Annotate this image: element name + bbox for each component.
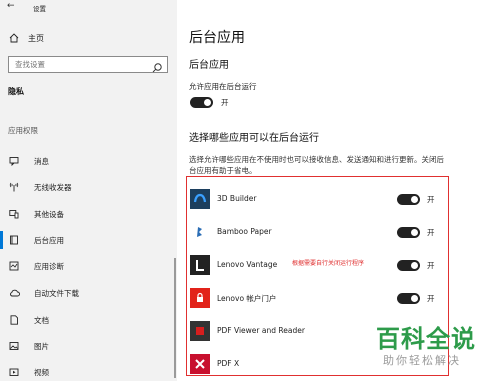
- allow-background-label: 允许应用在后台运行: [189, 82, 257, 91]
- sidebar-scrollbar[interactable]: [174, 258, 176, 378]
- sidebar: ← 设置 主页 隐私 应用权限 消息 无线收发器 其他设备: [0, 0, 177, 381]
- page-title: 后台应用: [189, 30, 245, 46]
- sidebar-item-videos[interactable]: 视频: [8, 365, 49, 379]
- sidebar-item-label: 自动文件下载: [34, 288, 79, 298]
- video-icon: [8, 367, 20, 377]
- devices-icon: [8, 209, 20, 219]
- app-name: PDF X: [217, 359, 240, 368]
- radio-icon: [8, 182, 20, 192]
- sidebar-item-auto-file-download[interactable]: 自动文件下载: [8, 286, 79, 300]
- app-permissions-label: 应用权限: [8, 126, 38, 135]
- app-toggle-state: 开: [427, 294, 435, 303]
- app-toggle[interactable]: [397, 194, 420, 205]
- sidebar-item-radios[interactable]: 无线收发器: [8, 180, 72, 194]
- home-icon: [8, 33, 20, 43]
- app-toggle-state: 开: [427, 228, 435, 237]
- allow-background-toggle[interactable]: [190, 97, 213, 108]
- sidebar-item-label: 图片: [34, 341, 49, 351]
- sidebar-item-label: 后台应用: [34, 235, 64, 245]
- app-name: Lenovo Vantage: [217, 260, 278, 269]
- sidebar-item-background-apps[interactable]: 后台应用: [0, 231, 64, 249]
- lenovo-vantage-icon: [190, 255, 210, 275]
- toggle-state-label: 开: [221, 98, 229, 107]
- home-label: 主页: [28, 33, 44, 43]
- pdf-x-icon: [190, 354, 210, 374]
- sidebar-item-label: 无线收发器: [34, 182, 72, 192]
- app-name: 3D Builder: [217, 194, 257, 203]
- sidebar-item-documents[interactable]: 文档: [8, 313, 49, 327]
- background-apps-icon: [8, 235, 20, 245]
- watermark-title: 百科全说: [376, 325, 476, 353]
- app-toggle[interactable]: [397, 260, 420, 271]
- app-name: PDF Viewer and Reader: [217, 326, 305, 335]
- section-heading: 后台应用: [189, 60, 229, 71]
- search-box[interactable]: [8, 56, 168, 73]
- title-bar: ← 设置: [0, 0, 177, 16]
- cloud-icon: [8, 288, 20, 298]
- sidebar-item-label: 消息: [34, 156, 49, 166]
- search-icon[interactable]: [151, 59, 163, 73]
- bamboo-paper-icon: [190, 222, 210, 242]
- sidebar-item-app-diagnostics[interactable]: 应用诊断: [8, 259, 64, 273]
- pdf-viewer-icon: [190, 321, 210, 341]
- annotation-text: 根据需要自行关闭运行程序: [292, 260, 365, 267]
- sidebar-item-messages[interactable]: 消息: [8, 154, 49, 168]
- back-button[interactable]: ←: [7, 1, 15, 11]
- search-input[interactable]: [15, 60, 145, 69]
- privacy-heading: 隐私: [8, 87, 24, 96]
- app-row-bamboo-paper: Bamboo Paper 开: [190, 222, 443, 248]
- app-toggle[interactable]: [397, 227, 420, 238]
- sidebar-item-label: 文档: [34, 315, 49, 325]
- app-toggle-state: 开: [427, 195, 435, 204]
- app-row-lenovo-account-portal: Lenovo 帐户门户 开: [190, 288, 443, 314]
- app-name: Bamboo Paper: [217, 227, 272, 236]
- lenovo-account-icon: [190, 288, 210, 308]
- sidebar-item-pictures[interactable]: 图片: [8, 339, 49, 353]
- message-icon: [8, 156, 20, 166]
- picture-icon: [8, 341, 20, 351]
- watermark-subtitle: 助你轻松解决: [383, 354, 461, 367]
- sidebar-item-other-devices[interactable]: 其他设备: [8, 207, 64, 221]
- 3d-builder-icon: [190, 189, 210, 209]
- app-toggle[interactable]: [397, 293, 420, 304]
- sidebar-item-label: 应用诊断: [34, 261, 64, 271]
- diagnostics-icon: [8, 261, 20, 271]
- description-text: 选择允许哪些应用在不使用时也可以接收信息、发送通知和进行更新。关闭后台应用有助于…: [189, 155, 444, 175]
- window-title: 设置: [33, 5, 46, 13]
- sidebar-item-label: 其他设备: [34, 209, 64, 219]
- document-icon: [8, 315, 20, 325]
- app-toggle-state: 开: [427, 261, 435, 270]
- sidebar-item-label: 视频: [34, 367, 49, 377]
- app-name: Lenovo 帐户门户: [217, 294, 277, 303]
- home-link[interactable]: 主页: [8, 31, 44, 45]
- app-row-3d-builder: 3D Builder 开: [190, 189, 443, 215]
- choose-apps-heading: 选择哪些应用可以在后台运行: [189, 133, 319, 144]
